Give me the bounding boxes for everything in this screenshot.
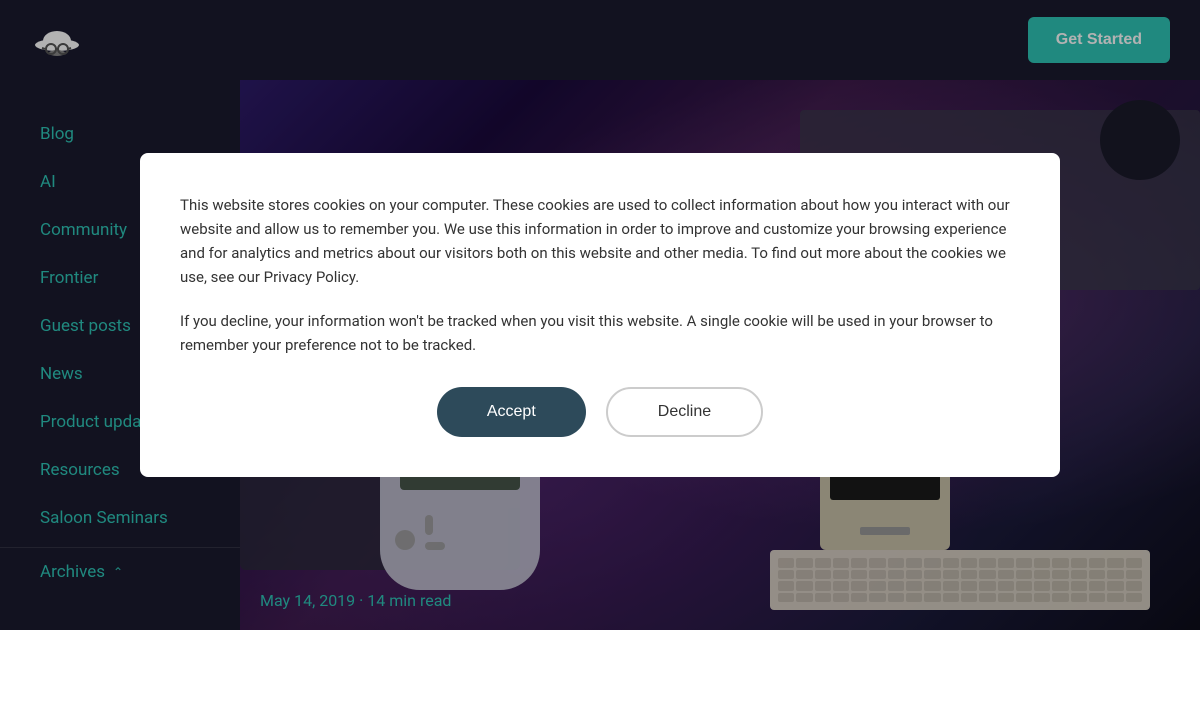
cookie-text-secondary: If you decline, your information won't b… [180, 309, 1020, 357]
decline-button[interactable]: Decline [606, 387, 763, 437]
cookie-modal-buttons: Accept Decline [180, 387, 1020, 437]
accept-button[interactable]: Accept [437, 387, 586, 437]
cookie-modal-overlay: This website stores cookies on your comp… [0, 0, 1200, 630]
cookie-modal: This website stores cookies on your comp… [140, 153, 1060, 477]
cookie-text-primary: This website stores cookies on your comp… [180, 193, 1020, 289]
